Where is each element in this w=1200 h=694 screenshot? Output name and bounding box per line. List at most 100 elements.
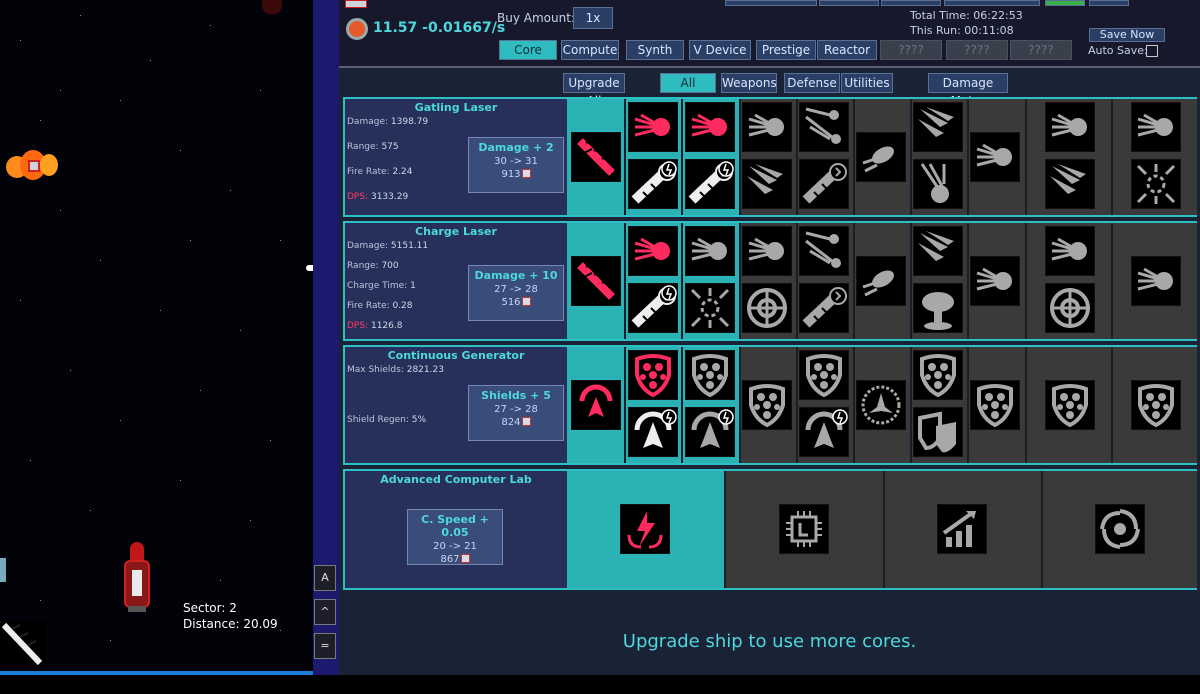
- shield-icon[interactable]: [685, 350, 735, 400]
- top-btn-1[interactable]: [725, 0, 817, 6]
- shards-icon[interactable]: [1045, 159, 1095, 209]
- drone-icon[interactable]: [856, 132, 906, 182]
- module-title: Gatling Laser: [414, 101, 498, 114]
- tab-core[interactable]: Core: [499, 40, 557, 60]
- gatling-laser-icon[interactable]: [571, 132, 621, 182]
- upgrade-change: 30 -> 31: [494, 156, 538, 167]
- comet-icon[interactable]: [742, 226, 792, 276]
- gatling-cannon-icon[interactable]: [685, 159, 735, 209]
- damage-meter-button[interactable]: Damage Meter: [928, 73, 1008, 108]
- top-btn-6[interactable]: [1089, 0, 1129, 6]
- filter-weapons[interactable]: Weapons: [721, 73, 777, 93]
- module-title: Advanced Computer Lab: [380, 473, 532, 486]
- upgrade-button[interactable]: Damage + 10 27 -> 28 516: [468, 265, 564, 321]
- filter-utilities[interactable]: Utilities: [841, 73, 893, 93]
- tab-compute[interactable]: Compute: [561, 40, 619, 60]
- column-divider: [853, 223, 855, 339]
- shield-icon[interactable]: [742, 380, 792, 430]
- star: [260, 90, 261, 91]
- comet-icon[interactable]: [1045, 226, 1095, 276]
- comet-icon[interactable]: [1131, 256, 1181, 306]
- meteor-icon[interactable]: [913, 159, 963, 209]
- gatling-cannon-icon[interactable]: [628, 159, 678, 209]
- module-title: Continuous Generator: [387, 349, 525, 362]
- upgrade-cost-value: 824: [501, 417, 521, 428]
- cannon-upgrade-icon[interactable]: [799, 159, 849, 209]
- shield-icon[interactable]: [913, 350, 963, 400]
- top-btn-3[interactable]: [881, 0, 941, 6]
- comet-icon[interactable]: [1131, 102, 1181, 152]
- comet-icon[interactable]: [1045, 102, 1095, 152]
- column-divider: [910, 99, 912, 215]
- shards-icon[interactable]: [742, 159, 792, 209]
- tab-v-device[interactable]: V Device: [689, 40, 751, 60]
- growth-chart-icon[interactable]: [937, 504, 987, 554]
- column-divider: [1025, 99, 1027, 215]
- tab--locked-1[interactable]: ????: [880, 40, 942, 60]
- upgrade-button[interactable]: Shields + 5 27 -> 28 824: [468, 385, 564, 441]
- resource-rate: 11.57 -0.01667/s: [373, 20, 506, 36]
- comet-icon[interactable]: [685, 226, 735, 276]
- column-divider: [910, 223, 912, 339]
- tab--locked-3[interactable]: ????: [1010, 40, 1072, 60]
- charge-cannon-icon[interactable]: [628, 283, 678, 333]
- comet-icon[interactable]: [970, 256, 1020, 306]
- scatter-shot-icon[interactable]: [799, 102, 849, 152]
- shield-icon[interactable]: [970, 380, 1020, 430]
- reticle-icon[interactable]: [1131, 159, 1181, 209]
- cpu-icon[interactable]: [779, 504, 829, 554]
- save-now-button[interactable]: Save Now: [1089, 28, 1165, 42]
- reticle-icon[interactable]: [685, 283, 735, 333]
- upgrade-button[interactable]: C. Speed + 0.05 20 -> 21 867: [407, 509, 503, 565]
- target-icon[interactable]: [1045, 283, 1095, 333]
- comet-icon[interactable]: [628, 226, 678, 276]
- star: [280, 630, 281, 631]
- shield-ship-icon[interactable]: [799, 407, 849, 457]
- vortex-icon[interactable]: [1095, 504, 1145, 554]
- gear-ship-icon[interactable]: [856, 380, 906, 430]
- top-btn-2[interactable]: [819, 0, 879, 6]
- star: [30, 460, 31, 461]
- nuke-icon[interactable]: [913, 283, 963, 333]
- buy-amount-button[interactable]: 1x: [573, 7, 613, 29]
- scatter-shot-icon[interactable]: [799, 226, 849, 276]
- auto-save-checkbox[interactable]: [1146, 45, 1158, 57]
- tab-prestige[interactable]: Prestige: [756, 40, 816, 60]
- tab-reactor[interactable]: Reactor: [817, 40, 877, 60]
- shards-icon[interactable]: [913, 102, 963, 152]
- upgrade-change: 27 -> 28: [494, 404, 538, 415]
- comet-icon[interactable]: [628, 102, 678, 152]
- weapon-slot-icon[interactable]: [0, 619, 46, 669]
- continuous-generator-icon[interactable]: [571, 380, 621, 430]
- column-divider: [967, 347, 969, 463]
- charge-laser-icon[interactable]: [571, 256, 621, 306]
- cannon-upgrade-icon[interactable]: [799, 283, 849, 333]
- filter-all[interactable]: All: [660, 73, 716, 93]
- shield-icon[interactable]: [799, 350, 849, 400]
- target-icon[interactable]: [742, 283, 792, 333]
- star: [210, 25, 211, 26]
- shield-icon[interactable]: [628, 350, 678, 400]
- stat-value: 1398.79: [390, 117, 429, 127]
- comet-icon[interactable]: [742, 102, 792, 152]
- shield-icon[interactable]: [1045, 380, 1095, 430]
- drone-icon[interactable]: [856, 256, 906, 306]
- sidebar-button-a[interactable]: A: [314, 565, 336, 591]
- upgrade-all-button[interactable]: Upgrade All: [563, 73, 625, 108]
- upgrade-button[interactable]: Damage + 2 30 -> 31 913: [468, 137, 564, 193]
- tab--locked-2[interactable]: ????: [946, 40, 1008, 60]
- comet-icon[interactable]: [685, 102, 735, 152]
- sidebar-button-up[interactable]: ^: [314, 599, 336, 625]
- shield-ship-icon[interactable]: [685, 407, 735, 457]
- top-btn-4[interactable]: [944, 0, 1040, 6]
- double-shield-icon[interactable]: [913, 407, 963, 457]
- power-icon[interactable]: [620, 504, 670, 554]
- tab-synth[interactable]: Synth: [626, 40, 684, 60]
- comet-icon[interactable]: [970, 132, 1020, 182]
- shield-icon[interactable]: [1131, 380, 1181, 430]
- sidebar-button-menu[interactable]: =: [314, 633, 336, 659]
- top-btn-5[interactable]: [1045, 0, 1085, 6]
- shards-icon[interactable]: [913, 226, 963, 276]
- filter-defense[interactable]: Defense: [784, 73, 840, 93]
- shield-ship-icon[interactable]: [628, 407, 678, 457]
